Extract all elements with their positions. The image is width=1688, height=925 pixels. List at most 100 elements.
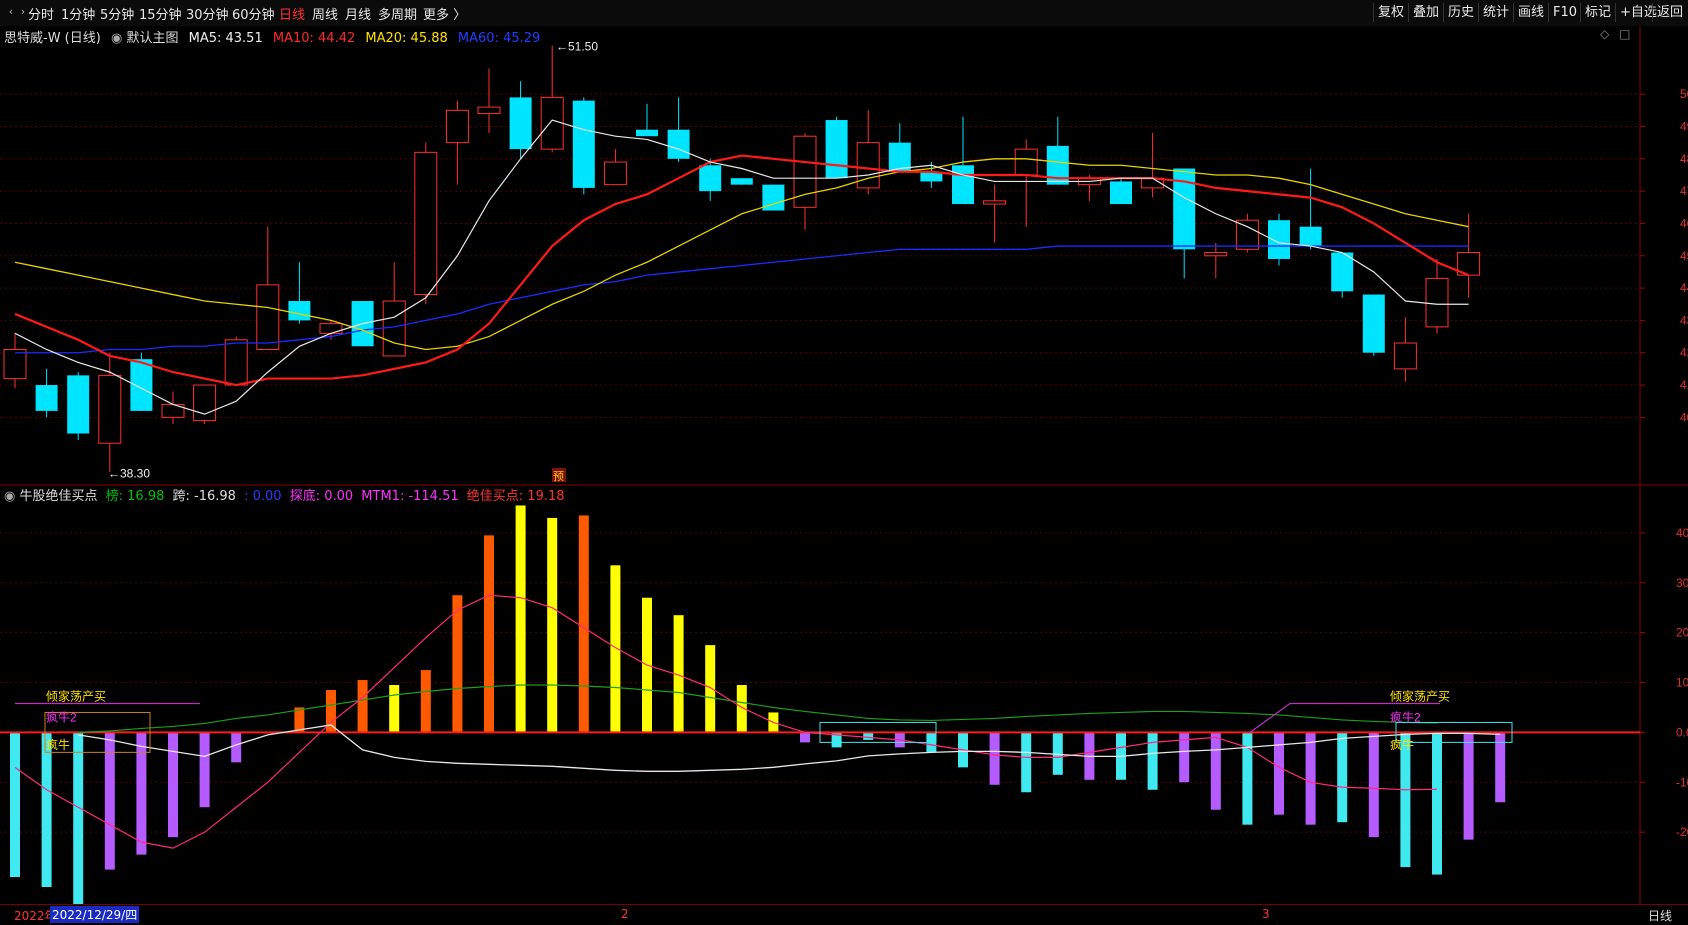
indicator-bar (800, 732, 810, 743)
candle-up (445, 109, 469, 144)
indicator-bar (547, 517, 558, 733)
diamond-icon[interactable]: ◇ (1600, 27, 1609, 41)
fuquan-button[interactable]: 复权 (1373, 3, 1408, 22)
candle-up (98, 374, 122, 444)
candle-down (952, 165, 974, 205)
candle-up (1393, 342, 1417, 370)
pane-controls: ◇ □ (1600, 27, 1630, 41)
period-tab[interactable]: 分时 (28, 4, 54, 23)
ma10-value: MA10: 44.42 (272, 31, 356, 46)
candle-up (1235, 219, 1259, 250)
indicator-tick-label: 200.00 (1676, 626, 1688, 640)
indicator-bar (452, 595, 463, 733)
candle-down (572, 100, 595, 188)
mark-button[interactable]: 标记 (1580, 3, 1615, 22)
indicator-tick-label: 400.00 (1676, 526, 1688, 540)
window-icon[interactable]: □ (1619, 27, 1630, 41)
candle-down (1362, 294, 1385, 353)
price-tick-label: 48.00 (1680, 152, 1688, 166)
candle-down (730, 178, 753, 185)
label-fn-right: 疯牛 (1390, 737, 1414, 752)
price-tick-label: 41.00 (1680, 378, 1688, 392)
candle-down (1299, 226, 1322, 247)
candle-up (193, 384, 217, 422)
period-tab[interactable]: 30分钟 (186, 4, 229, 23)
zero-value: : 0.00 (244, 489, 282, 504)
price-tick-label: 43.00 (1680, 313, 1688, 327)
indicator-bar (73, 732, 84, 904)
candle-down (636, 129, 658, 137)
period-tab[interactable]: 月线 (345, 4, 371, 23)
indicator-legend: ◉ 牛股绝佳买点 榜: 16.98 跨: -16.98 : 0.00 探底: 0… (4, 485, 565, 504)
label-fn2-right: 疯牛2 (1390, 709, 1421, 724)
indicator-tick-label: 100.00 (1676, 676, 1688, 690)
best-buy-value: 绝佳买点: 19.18 (466, 489, 565, 504)
price-tick-label: 50.00 (1680, 87, 1688, 101)
status-bar: 2022年 2022/12/29/四 2 3 日线 (0, 904, 1688, 925)
period-tab[interactable]: 5分钟 (100, 4, 134, 23)
price-tick-label: 40.00 (1680, 410, 1688, 424)
candle-up (224, 339, 248, 386)
period-tab[interactable]: 多周期 (378, 4, 417, 23)
indicator-bar (705, 645, 716, 733)
ma20-value: MA20: 45.88 (365, 31, 448, 46)
main-legend: 思特威-W (日线) ◉ 默认主图 MA5: 43.51 MA10: 44.42… (4, 27, 540, 46)
chevron-left-icon: ‹ (8, 5, 14, 18)
period-tab[interactable]: 60分钟 (232, 4, 275, 23)
tandi-value: 探底: 0.00 (289, 489, 354, 504)
high-label: ←51.50 (556, 40, 598, 54)
label-qjdcm-left: 倾家荡产买 (46, 688, 106, 703)
candle-up (1014, 148, 1038, 176)
more-menu[interactable]: 更多 〉 (423, 4, 466, 23)
indicator-bar (578, 515, 589, 733)
f10-button[interactable]: F10 (1548, 3, 1581, 22)
candle-down (1331, 252, 1354, 292)
candle-up (1425, 277, 1449, 328)
period-indicator: 日线 (1648, 909, 1673, 923)
indicator-name[interactable]: 牛股绝佳买点 (19, 489, 97, 504)
indicator-bar (1021, 732, 1032, 793)
chevron-right-icon: › (20, 5, 26, 18)
indicator-tick-label: 0.00 (1676, 725, 1688, 739)
period-tab[interactable]: 15分钟 (139, 4, 182, 23)
candle-down (667, 129, 690, 159)
indicator-bar (610, 565, 621, 733)
back-return-button[interactable]: 返回 (1652, 3, 1687, 22)
indicator-bar (863, 732, 874, 740)
dropdown-icon[interactable]: ◉ (111, 31, 122, 46)
indicator-bar (168, 732, 178, 838)
indicator-tick-label: -100.00 (1676, 775, 1688, 789)
overlay-button[interactable]: 叠加 (1408, 3, 1443, 22)
candle-up (382, 300, 406, 357)
stock-name[interactable]: 思特威-W (日线) (4, 31, 101, 46)
candle-up (1204, 252, 1228, 257)
candle-up (414, 151, 438, 296)
stats-button[interactable]: 统计 (1478, 3, 1513, 22)
mtm-value: MTM1: -114.51 (361, 489, 459, 504)
ma5-value: MA5: 43.51 (188, 31, 263, 46)
indicator-bar (389, 685, 400, 733)
candle-down (288, 301, 311, 321)
indicator-dropdown-icon[interactable]: ◉ (4, 489, 15, 504)
candle-up (3, 348, 27, 380)
price-tick-label: 47.00 (1680, 184, 1688, 198)
candle-down (35, 385, 58, 411)
period-tab-active[interactable]: 日线 (279, 4, 305, 23)
period-tab[interactable]: 1分钟 (61, 4, 95, 23)
kua-value: 跨: -16.98 (172, 489, 236, 504)
kline-chart[interactable]: 40.00 41.00 42.00 43.00 44.00 45.00 46.00 47.00… (0, 26, 1688, 904)
candle-down (1268, 220, 1290, 259)
indicator-bar (10, 732, 20, 878)
indicator-bar (1210, 732, 1221, 810)
template-name[interactable]: 默认主图 (126, 31, 178, 46)
candle-up (319, 323, 343, 334)
history-button[interactable]: 历史 (1443, 3, 1478, 22)
draw-button[interactable]: 画线 (1513, 3, 1548, 22)
candle-up (603, 161, 627, 186)
indicator-bar (136, 732, 147, 855)
indicator-bar (1432, 732, 1442, 875)
price-tick-label: 46.00 (1680, 216, 1688, 230)
candle-up (540, 96, 564, 150)
period-tab[interactable]: 周线 (312, 4, 338, 23)
bang-value: 榜: 16.98 (105, 489, 165, 504)
